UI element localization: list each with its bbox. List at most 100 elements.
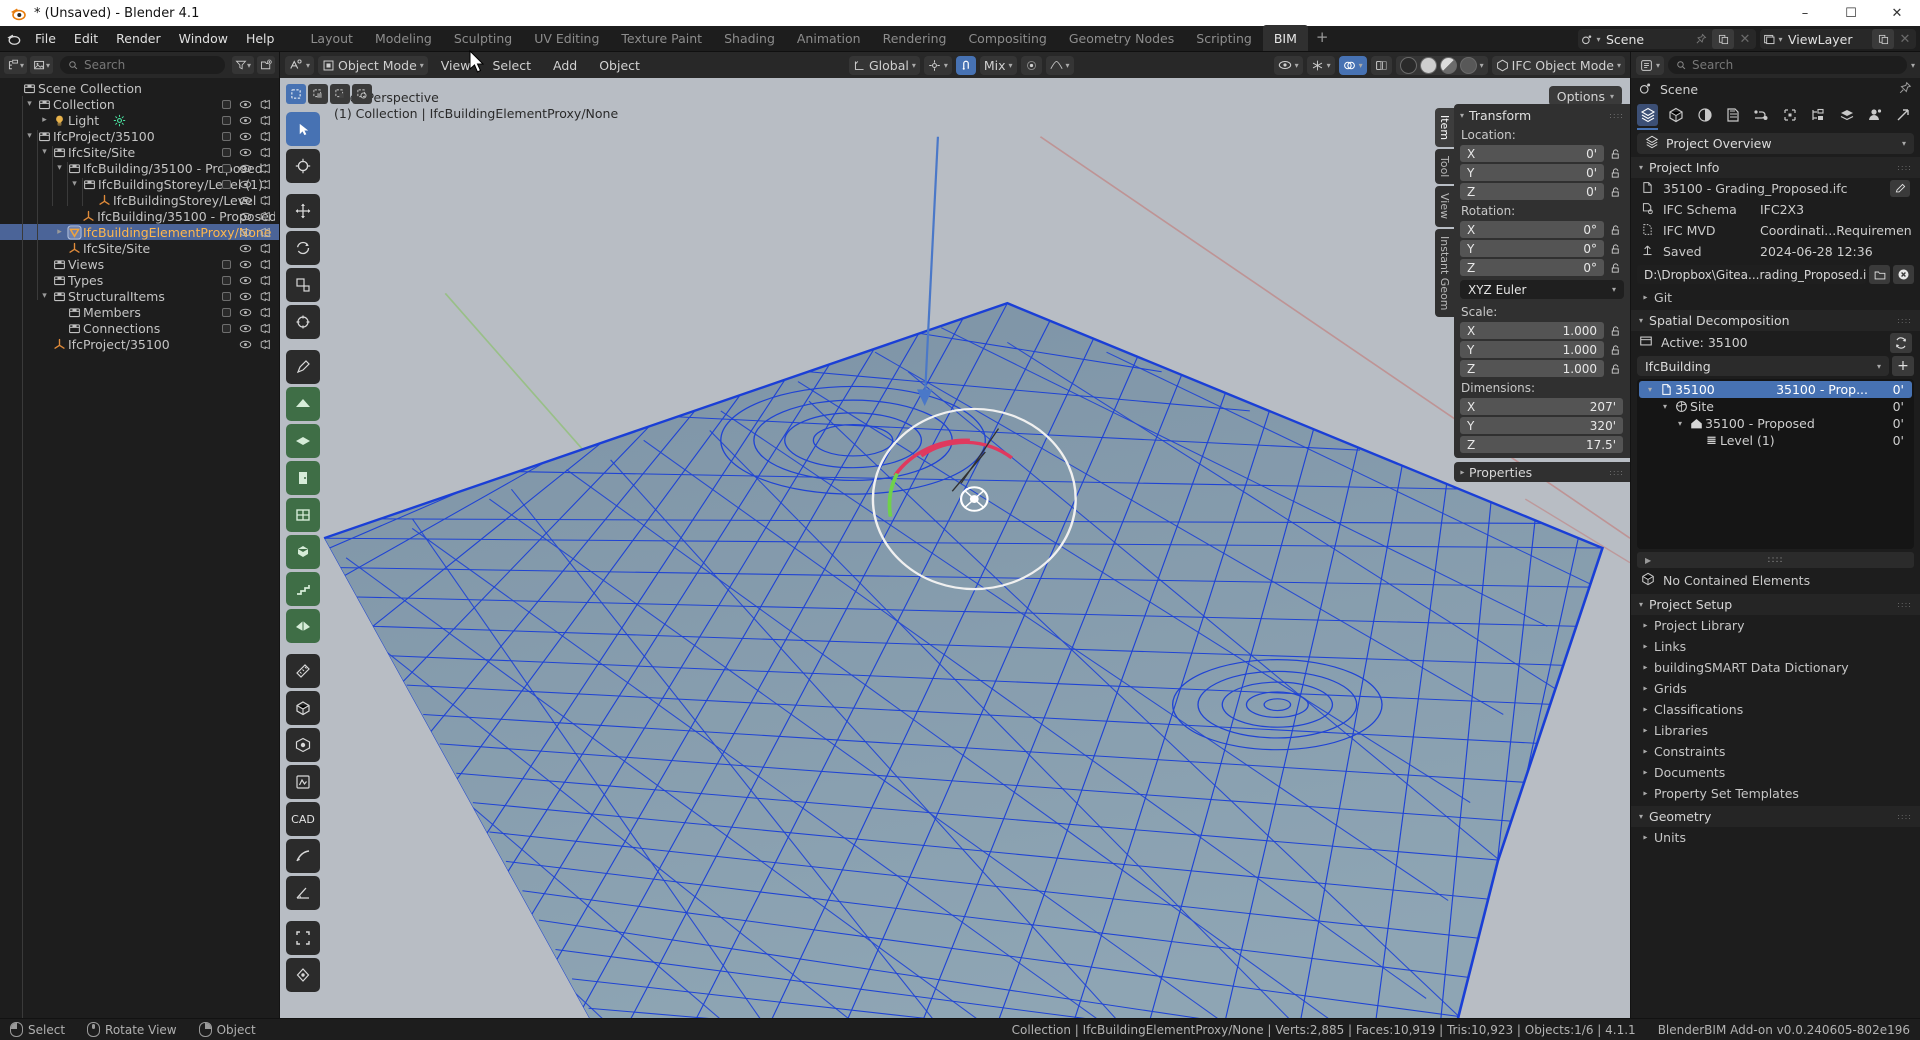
module-selector[interactable]: Project Overview ▾ [1637, 133, 1914, 154]
properties-drag-handle[interactable]: :::: [1609, 468, 1624, 477]
tool-cad-angle-icon[interactable] [286, 876, 320, 910]
maximize-button[interactable]: ☐ [1828, 0, 1874, 26]
tab-shading[interactable]: Shading [713, 25, 786, 51]
n-tab-item[interactable]: Item [1435, 108, 1454, 148]
tab-geometry-nodes[interactable]: Geometry Nodes [1058, 25, 1185, 51]
tab-scripting[interactable]: Scripting [1185, 25, 1263, 51]
transform-value-field[interactable]: X 0' [1460, 145, 1604, 162]
refresh-spatial-icon[interactable] [1890, 332, 1912, 353]
outliner-row[interactable]: ▾ IfcProject/35100 [0, 128, 279, 144]
proportional-falloff-selector[interactable]: ▾ [1045, 55, 1074, 75]
tab-drawings-documents-icon[interactable] [1722, 104, 1743, 126]
clear-path-icon[interactable] [1893, 265, 1914, 284]
menu-edit[interactable]: Edit [65, 26, 107, 52]
viewport-menu-view[interactable]: View [432, 56, 480, 75]
tool-bim-hotkeys-icon[interactable] [286, 728, 320, 762]
select-extend-icon[interactable] [308, 84, 328, 104]
transform-panel-header[interactable]: ▾ Transform :::: [1454, 106, 1630, 125]
disable-in-renders-icon[interactable] [260, 163, 273, 174]
solid-shading-icon[interactable] [1419, 56, 1437, 74]
menu-window[interactable]: Window [170, 26, 237, 52]
disable-in-renders-icon[interactable] [260, 115, 273, 126]
lock-axis-icon[interactable] [1606, 164, 1625, 181]
outliner-row[interactable]: ▸ Light [0, 112, 279, 128]
disable-in-renders-icon[interactable] [260, 227, 273, 238]
spatial-expand-icon[interactable]: ▶ [1645, 556, 1651, 565]
disable-in-renders-icon[interactable] [260, 195, 273, 206]
tool-transform-icon[interactable] [286, 305, 320, 339]
tool-bim-column-icon[interactable] [286, 535, 320, 569]
tool-cursor-icon[interactable] [286, 149, 320, 183]
select-difference-icon[interactable] [352, 84, 372, 104]
proportional-edit-toggle[interactable] [1020, 55, 1042, 75]
disable-in-renders-icon[interactable] [260, 323, 273, 334]
outliner-filter-icon[interactable]: ▾ [231, 56, 254, 74]
browse-folder-icon[interactable] [1869, 265, 1890, 284]
lock-axis-icon[interactable] [1606, 221, 1625, 238]
transform-drag-handle[interactable]: :::: [1609, 111, 1624, 120]
transform-value-field[interactable]: Z 17.5' [1460, 436, 1623, 453]
viewport-menu-select[interactable]: Select [483, 56, 540, 75]
outliner-checkbox[interactable] [222, 147, 231, 157]
transform-value-field[interactable]: Z 1.000 [1460, 360, 1604, 377]
scene-name[interactable]: Scene [1604, 32, 1690, 47]
tab-export-icon[interactable] [1893, 104, 1914, 126]
pin-properties-icon[interactable] [1898, 81, 1912, 98]
tool-bim-window-icon[interactable] [286, 498, 320, 532]
new-scene-icon[interactable] [1712, 29, 1734, 49]
collapsible-section[interactable]: ▾ Libraries [1631, 720, 1920, 741]
disable-in-renders-icon[interactable] [260, 99, 273, 110]
outliner-disclosure-icon[interactable]: ▸ [53, 227, 66, 237]
lock-axis-icon[interactable] [1606, 145, 1625, 162]
viewlayer-name[interactable]: ViewLayer [1786, 32, 1872, 47]
hide-in-viewport-icon[interactable] [239, 99, 252, 110]
properties-subpanel-header[interactable]: ▾ Properties :::: [1454, 462, 1630, 482]
new-viewlayer-icon[interactable] [1872, 29, 1894, 49]
spatial-tree-row[interactable]: ▾ 35100 35100 - Prop... 0' [1639, 381, 1912, 398]
spatial-drag-handle[interactable]: :::: [1897, 316, 1912, 325]
transform-value-field[interactable]: Y 0' [1460, 164, 1604, 181]
outliner-checkbox[interactable] [222, 275, 231, 285]
tab-structural-icon[interactable] [1779, 104, 1800, 126]
tool-tweak-icon[interactable] [286, 112, 320, 146]
outliner-checkbox[interactable] [222, 323, 231, 333]
disable-in-renders-icon[interactable] [260, 243, 273, 254]
collapsible-section[interactable]: ▾ Links [1631, 636, 1920, 657]
tool-measure-icon[interactable] [286, 654, 320, 688]
outliner-checkbox[interactable] [222, 131, 231, 141]
lock-axis-icon[interactable] [1606, 341, 1625, 358]
outliner-disclosure-icon[interactable]: ▾ [53, 163, 66, 173]
tool-bim-drawing-icon[interactable] [286, 765, 320, 799]
rendered-shading-icon[interactable] [1459, 56, 1477, 74]
properties-editor-type-icon[interactable]: ▾ [1636, 55, 1665, 75]
hide-in-viewport-icon[interactable] [239, 195, 252, 206]
outliner-checkbox[interactable] [222, 259, 231, 269]
tool-bim-door-icon[interactable] [286, 461, 320, 495]
transform-value-field[interactable]: X 207' [1460, 398, 1623, 415]
spatial-class-selector[interactable]: IfcBuilding ▾ [1637, 356, 1889, 376]
outliner-row[interactable]: Connections [0, 320, 279, 336]
outliner-filter-mode-icon[interactable]: ▾ [30, 56, 54, 74]
outliner-row[interactable]: ▸ IfcBuildingElementProxy/None [0, 224, 279, 240]
hide-in-viewport-icon[interactable] [239, 323, 252, 334]
tool-cad-draw-icon[interactable] [286, 839, 320, 873]
transform-value-field[interactable]: Z 0° [1460, 259, 1604, 276]
delete-scene-icon[interactable]: ✕ [1734, 29, 1756, 49]
tab-collaboration-icon[interactable] [1864, 104, 1885, 126]
outliner-row[interactable]: Scene Collection [0, 80, 279, 96]
hide-in-viewport-icon[interactable] [239, 275, 252, 286]
outliner-checkbox[interactable] [222, 179, 231, 189]
tab-modeling[interactable]: Modeling [364, 25, 443, 51]
overlays-toggle[interactable]: ▾ [1338, 55, 1367, 75]
project-path-field[interactable]: D:\Dropbox\Gitea...rading_Proposed.ifc [1637, 265, 1866, 284]
outliner-disclosure-icon[interactable]: ▾ [23, 99, 36, 109]
collapsible-section[interactable]: ▾ Classifications [1631, 699, 1920, 720]
edit-project-button[interactable] [1890, 180, 1910, 197]
shading-mode-group[interactable]: ▾ [1395, 55, 1488, 75]
tab-layout[interactable]: Layout [299, 25, 364, 51]
outliner-row[interactable]: ▾ StructuralItems [0, 288, 279, 304]
collapsible-section[interactable]: ▾ Property Set Templates [1631, 783, 1920, 804]
tool-move-icon[interactable] [286, 194, 320, 228]
visibility-selector[interactable]: ▾ [1273, 55, 1303, 75]
tab-animation[interactable]: Animation [786, 25, 872, 51]
